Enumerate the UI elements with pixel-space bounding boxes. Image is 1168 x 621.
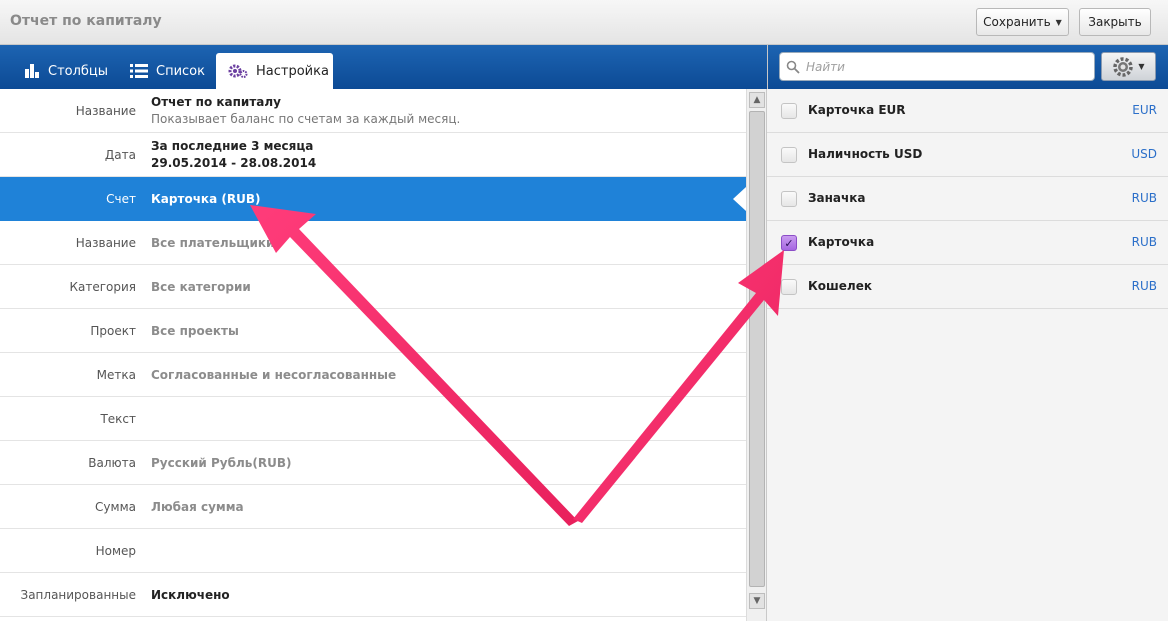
form-label: Текст — [100, 412, 136, 426]
search-box[interactable] — [779, 52, 1095, 81]
form-row-account[interactable]: Счет Карточка (RUB) — [0, 177, 746, 221]
form-row-name[interactable]: Название Отчет по капиталу Показывает ба… — [0, 89, 746, 133]
form-label: Запланированные — [20, 588, 137, 602]
close-button[interactable]: Закрыть — [1079, 8, 1151, 36]
report-settings-form: Название Отчет по капиталу Показывает ба… — [0, 89, 746, 621]
bar-chart-icon — [25, 64, 39, 78]
form-row-number[interactable]: Номер — [0, 529, 746, 573]
form-label: Счет — [106, 192, 136, 206]
form-row-payee[interactable]: Название Все плательщики — [0, 221, 746, 265]
form-value: Все плательщики — [151, 236, 275, 250]
account-name: Карточка — [808, 235, 875, 249]
scroll-up-arrow-icon[interactable]: ▲ — [749, 92, 765, 108]
form-scrollbar[interactable]: ▲ ▼ — [746, 89, 767, 621]
form-label: Название — [75, 104, 136, 118]
form-value: Все категории — [151, 280, 251, 294]
account-name: Кошелек — [808, 279, 873, 293]
account-checkbox[interactable] — [781, 103, 797, 119]
form-value: Любая сумма — [151, 500, 244, 514]
list-icon — [130, 64, 148, 78]
tab-list-label: Список — [156, 63, 205, 79]
account-currency: RUB — [1131, 191, 1157, 205]
account-name: Наличность USD — [808, 147, 923, 161]
tab-columns[interactable]: Столбцы — [24, 53, 108, 89]
account-name: Карточка EUR — [808, 103, 906, 117]
account-checkbox-checked[interactable]: ✓ — [781, 235, 797, 251]
form-row-scheduled[interactable]: Запланированные Исключено — [0, 573, 746, 617]
tab-list[interactable]: Список — [130, 53, 205, 89]
account-item[interactable]: Кошелек RUB — [767, 265, 1168, 309]
save-button-label: Сохранить — [983, 15, 1051, 29]
form-label: Номер — [95, 544, 136, 558]
form-label: Проект — [90, 324, 136, 338]
form-row-category[interactable]: Категория Все категории — [0, 265, 746, 309]
form-value: Отчет по капиталу — [151, 95, 281, 109]
form-row-amount[interactable]: Сумма Любая сумма — [0, 485, 746, 529]
form-value: Русский Рубль(RUB) — [151, 456, 292, 470]
form-label: Метка — [96, 368, 136, 382]
form-value: Карточка (RUB) — [151, 192, 261, 206]
form-value: За последние 3 месяца — [151, 139, 314, 153]
form-label: Название — [75, 236, 136, 250]
account-name: Заначка — [808, 191, 866, 205]
account-list-header: ▼ — [767, 45, 1168, 89]
tab-bar: Столбцы Список Настройка — [0, 45, 767, 89]
account-checkbox[interactable] — [781, 191, 797, 207]
account-item[interactable]: ✓ Карточка RUB — [767, 221, 1168, 265]
form-value: Все проекты — [151, 324, 239, 338]
tab-columns-label: Столбцы — [48, 63, 109, 79]
search-input[interactable] — [806, 59, 1086, 74]
account-currency: RUB — [1131, 279, 1157, 293]
account-item[interactable]: Заначка RUB — [767, 177, 1168, 221]
account-currency: USD — [1131, 147, 1157, 161]
gear-icon — [1113, 56, 1134, 77]
account-list: Карточка EUR EUR Наличность USD USD Зана… — [767, 89, 1168, 621]
form-label: Валюта — [88, 456, 136, 470]
gears-icon — [228, 64, 248, 78]
chevron-down-icon: ▼ — [1055, 17, 1062, 27]
form-row-currency[interactable]: Валюта Русский Рубль(RUB) — [0, 441, 746, 485]
form-row-project[interactable]: Проект Все проекты — [0, 309, 746, 353]
form-row-date[interactable]: Дата За последние 3 месяца 29.05.2014 - … — [0, 133, 746, 177]
account-item[interactable]: Наличность USD USD — [767, 133, 1168, 177]
form-value: Исключено — [151, 588, 230, 602]
close-button-label: Закрыть — [1088, 15, 1142, 29]
search-icon — [786, 60, 800, 74]
form-value: Согласованные и несогласованные — [151, 368, 397, 382]
account-item[interactable]: Карточка EUR EUR — [767, 89, 1168, 133]
save-button[interactable]: Сохранить ▼ — [976, 8, 1069, 36]
title-bar: Отчет по капиталу Сохранить ▼ Закрыть — [0, 0, 1168, 45]
window-title: Отчет по капиталу — [10, 13, 162, 29]
account-checkbox[interactable] — [781, 147, 797, 163]
form-label: Категория — [69, 280, 136, 294]
form-value-description: Показывает баланс по счетам за каждый ме… — [151, 112, 461, 126]
account-currency: EUR — [1132, 103, 1157, 117]
settings-menu-button[interactable]: ▼ — [1101, 52, 1156, 81]
form-row-tag[interactable]: Метка Согласованные и несогласованные — [0, 353, 746, 397]
tab-settings[interactable]: Настройка — [216, 53, 333, 89]
chevron-down-icon: ▼ — [1138, 62, 1145, 71]
checkmark-icon: ✓ — [784, 236, 794, 250]
form-label: Дата — [104, 148, 136, 162]
scrollbar-thumb[interactable] — [749, 111, 765, 587]
account-currency: RUB — [1131, 235, 1157, 249]
tab-settings-label: Настройка — [256, 63, 329, 79]
account-checkbox[interactable] — [781, 279, 797, 295]
form-row-text[interactable]: Текст — [0, 397, 746, 441]
selection-pointer — [733, 187, 746, 211]
form-label: Сумма — [95, 500, 136, 514]
scroll-down-arrow-icon[interactable]: ▼ — [749, 593, 765, 609]
form-value-date-range: 29.05.2014 - 28.08.2014 — [151, 156, 317, 170]
